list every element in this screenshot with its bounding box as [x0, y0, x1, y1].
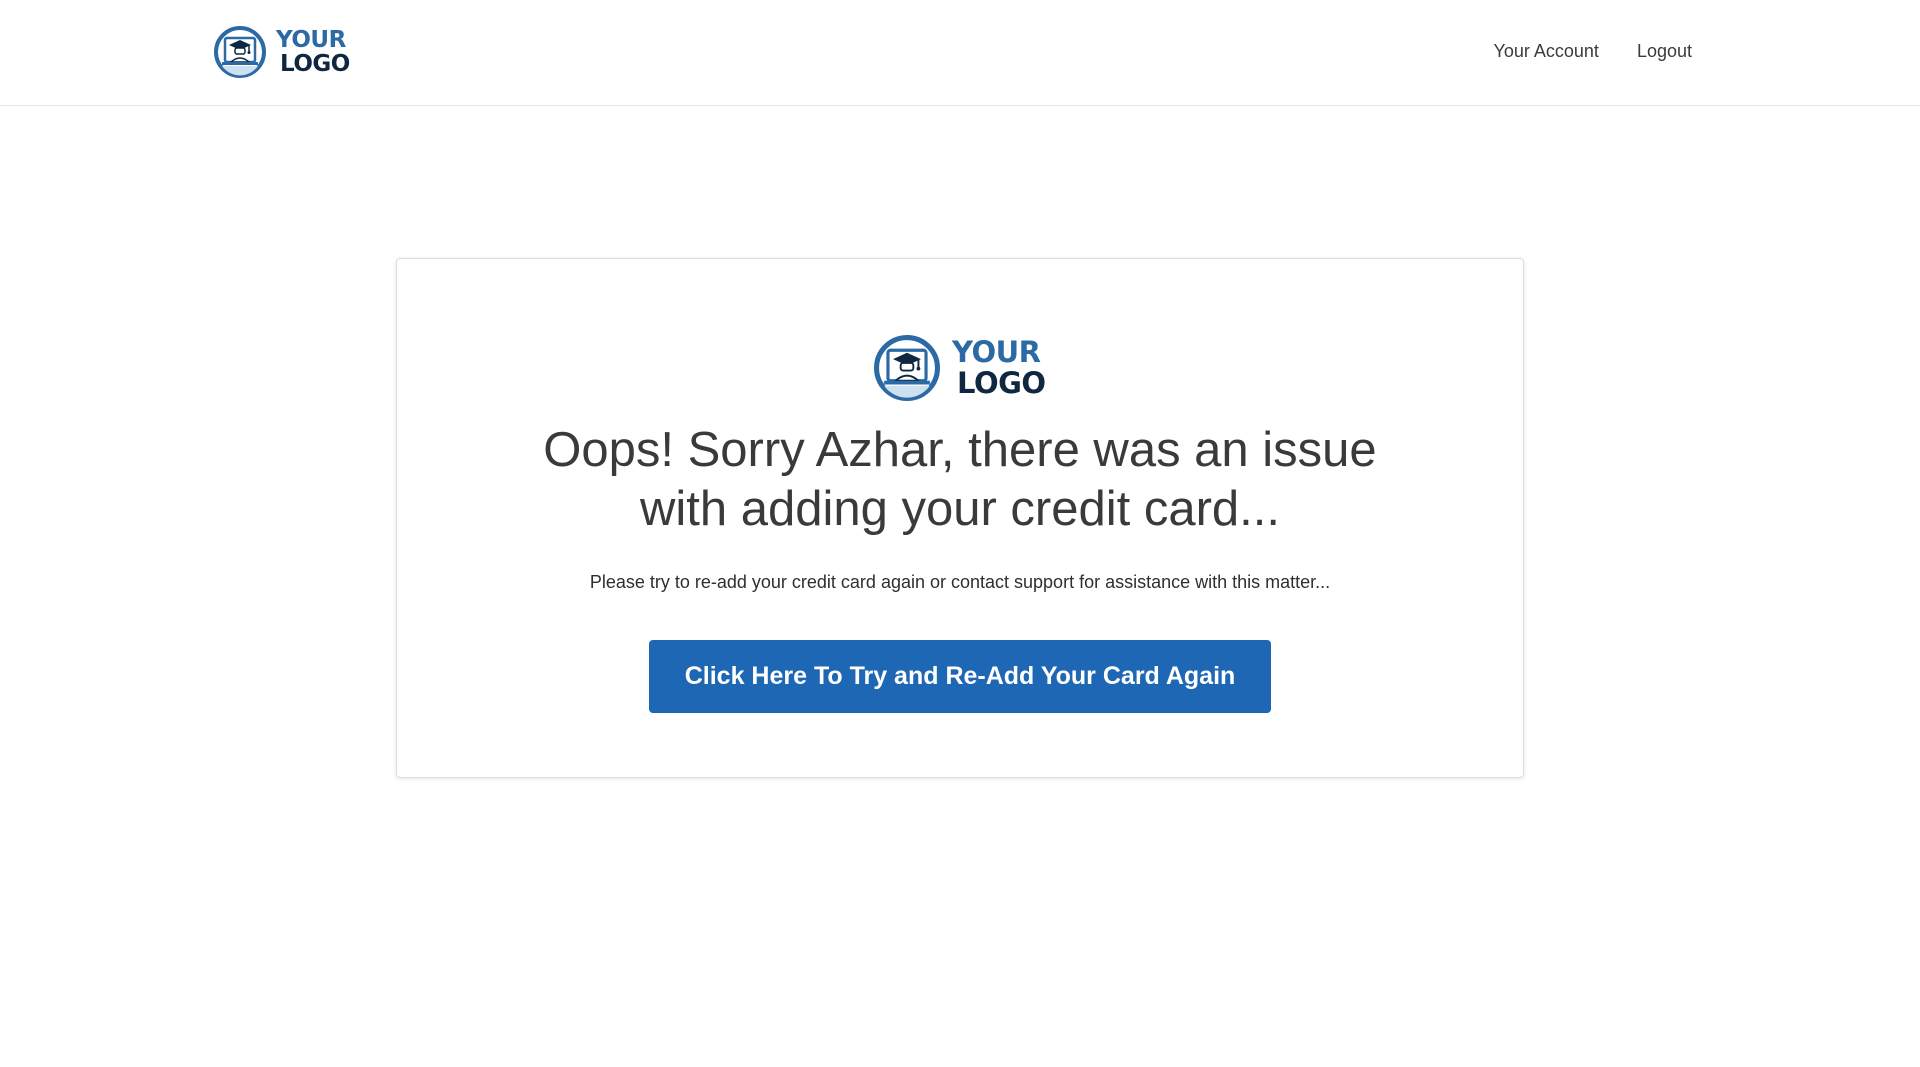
logo-line-1: YOUR — [952, 335, 1041, 369]
headline-line-2: with adding your credit card... — [639, 482, 1281, 536]
logo-line-2: LOGO — [280, 50, 350, 77]
re-add-card-button[interactable]: Click Here To Try and Re-Add Your Card A… — [649, 640, 1271, 713]
nav-your-account-link[interactable]: Your Account — [1494, 41, 1599, 62]
header-nav: Your Account Logout — [1494, 41, 1692, 62]
error-headline: Oops! Sorry Azhar, there was an issue wi… — [397, 421, 1523, 539]
card-logo-wordmark: YOUR LOGO — [952, 338, 1046, 398]
logo-line-1: YOUR — [276, 26, 346, 53]
headline-line-1: Oops! Sorry Azhar, there was an issue — [543, 423, 1377, 477]
graduate-badge-icon — [214, 26, 266, 78]
header-logo-wordmark: YOUR LOGO — [276, 26, 350, 77]
error-card: YOUR LOGO Oops! Sorry Azhar, there was a… — [396, 258, 1524, 778]
logo-line-2: LOGO — [957, 366, 1046, 400]
nav-logout-link[interactable]: Logout — [1637, 41, 1692, 62]
top-navigation-bar: YOUR LOGO Your Account Logout — [0, 0, 1920, 106]
header-logo[interactable]: YOUR LOGO — [214, 26, 350, 78]
error-subtext: Please try to re-add your credit card ag… — [589, 572, 1331, 592]
card-logo: YOUR LOGO — [874, 335, 1046, 401]
graduate-badge-icon — [874, 335, 940, 401]
